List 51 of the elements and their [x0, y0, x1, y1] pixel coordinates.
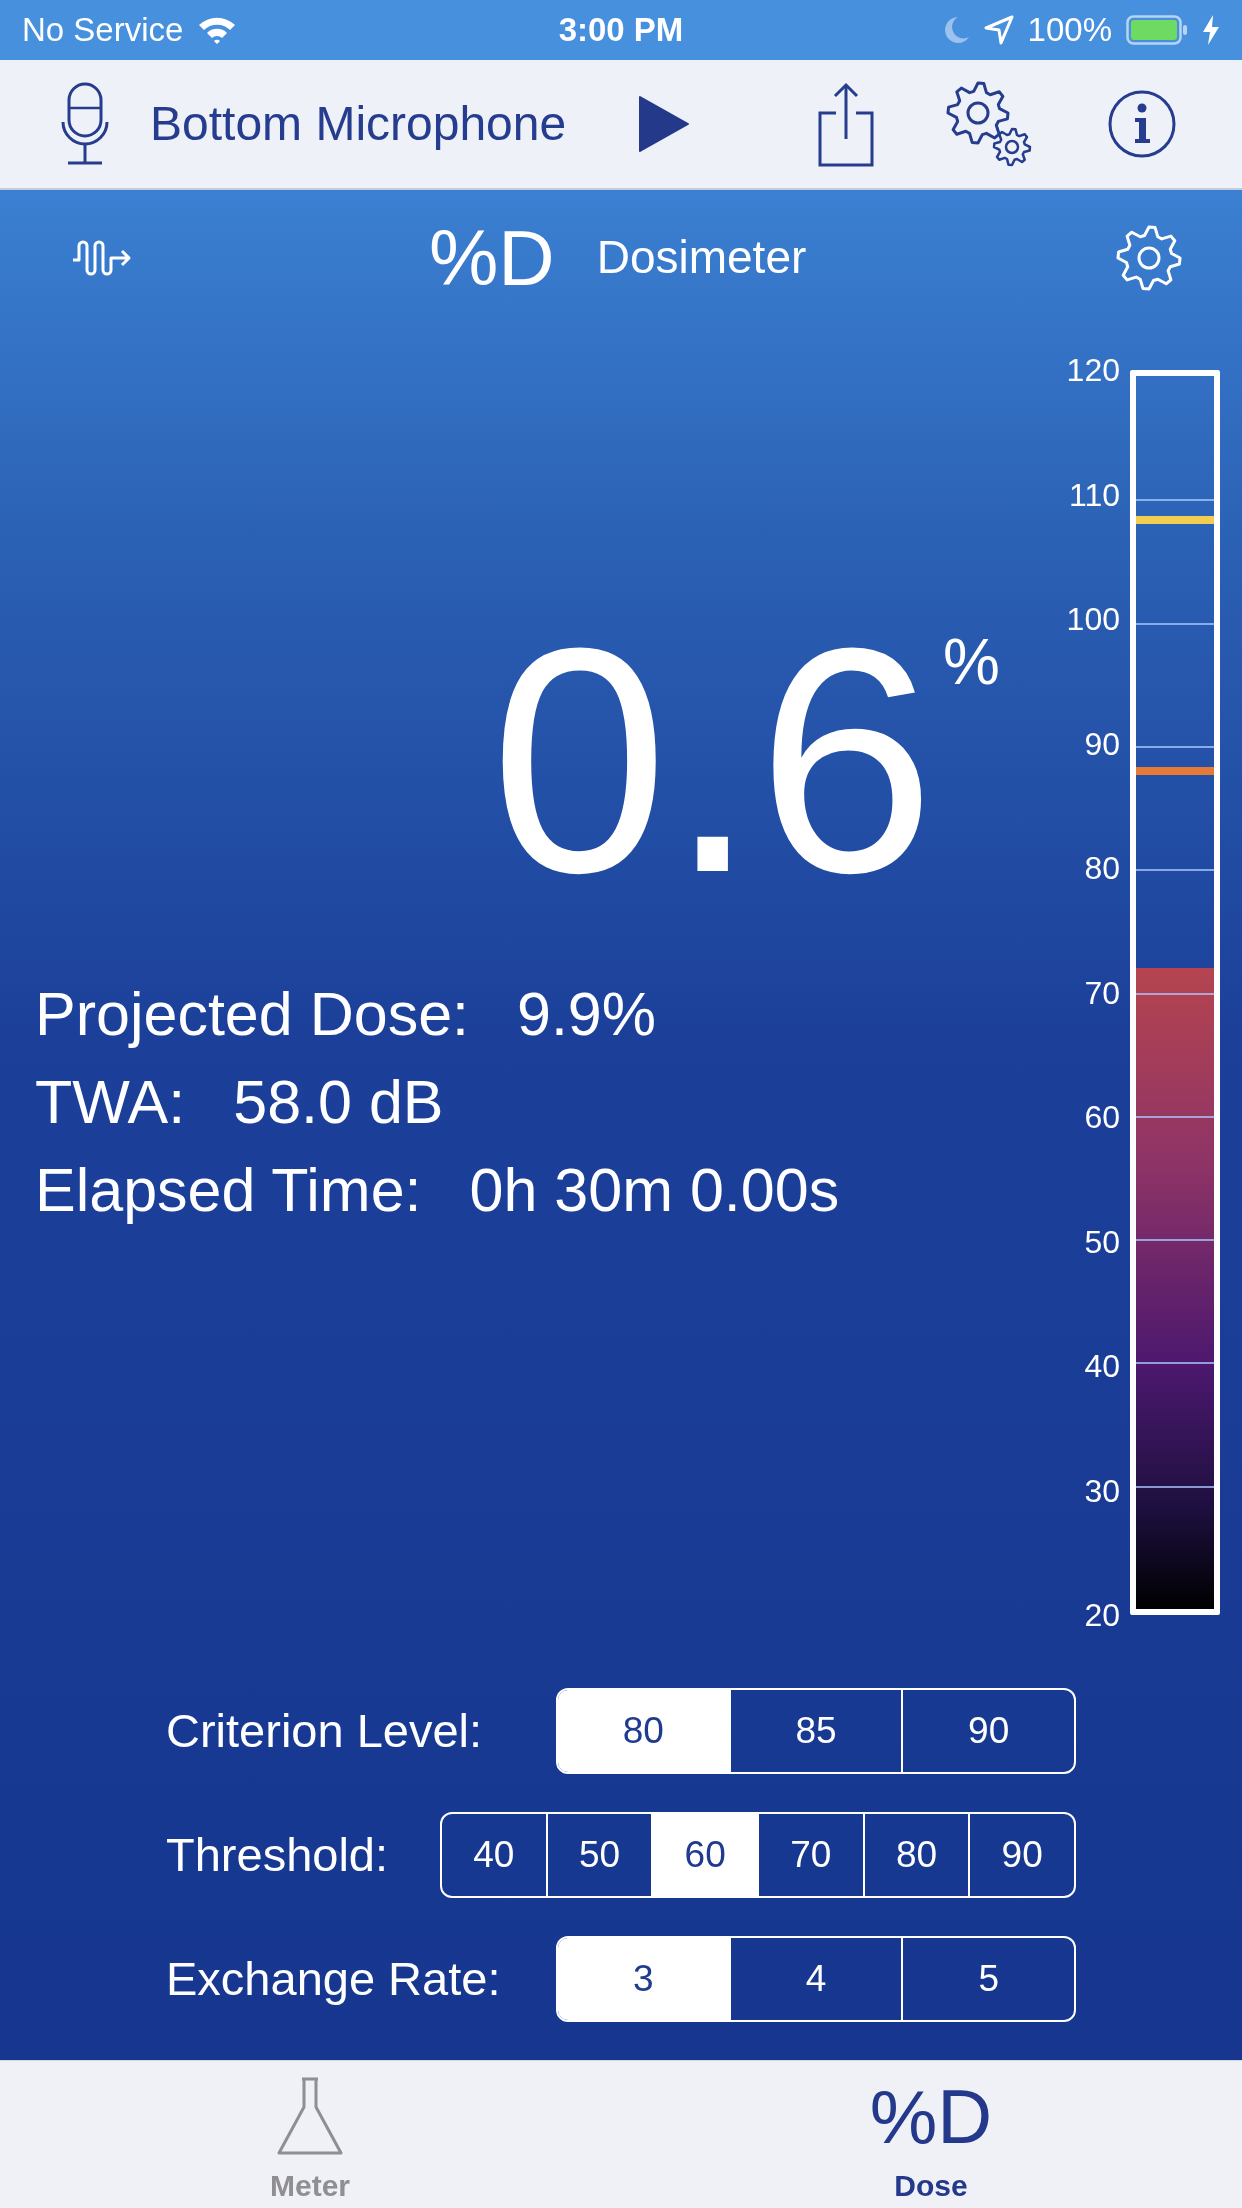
segment-option[interactable]: 4 [728, 1938, 902, 2020]
stat-value: 9.9% [517, 979, 657, 1050]
scale-label: 40 [1083, 1347, 1120, 1386]
scale-label: 80 [1083, 849, 1120, 888]
segment-option[interactable]: 80 [862, 1814, 969, 1896]
segment-option[interactable]: 85 [728, 1690, 902, 1772]
charging-icon [1202, 15, 1220, 45]
dose-unit: % [943, 630, 1000, 694]
segment-option[interactable]: 5 [901, 1938, 1074, 2020]
tab-item[interactable]: %D Dose [620, 2061, 1242, 2208]
mode-title: Dosimeter [596, 230, 807, 285]
scale-label: 60 [1083, 1098, 1120, 1137]
wifi-icon [197, 15, 238, 45]
tab-icon: %D [869, 2075, 993, 2159]
scale-label: 70 [1083, 973, 1120, 1013]
scale-label: 110 [1068, 475, 1120, 515]
scale-label: 120 [1065, 351, 1120, 390]
segment-option[interactable]: 70 [757, 1814, 863, 1896]
scale-label: 30 [1083, 1471, 1120, 1511]
scale-label: 90 [1083, 724, 1120, 764]
stat-label: TWA: [35, 1067, 186, 1138]
segment-option[interactable]: 90 [901, 1690, 1074, 1772]
mode-icon: %D [429, 218, 555, 297]
settings-icon[interactable] [1115, 223, 1183, 292]
play-icon[interactable] [638, 95, 691, 153]
setting-label: Criterion Level: [166, 1702, 483, 1759]
stat-value: 0h 30m 0.00s [469, 1155, 840, 1226]
battery-text: 100% [1027, 10, 1112, 51]
battery-icon [1126, 15, 1188, 45]
stat-value: 58.0 dB [233, 1067, 444, 1138]
scale-label: 20 [1083, 1596, 1120, 1635]
stat-label: Projected Dose: [35, 979, 469, 1050]
segment-option[interactable]: 90 [968, 1814, 1074, 1896]
segment-option[interactable]: 40 [442, 1814, 546, 1896]
segment-option[interactable]: 60 [651, 1814, 757, 1896]
scale-label: 100 [1065, 600, 1120, 639]
microphone-icon[interactable] [60, 82, 110, 166]
segment-option[interactable]: 3 [558, 1938, 729, 2020]
time-text: 3:00 PM [558, 10, 684, 51]
settings-icon[interactable] [946, 81, 1033, 167]
carrier-text: No Service [22, 10, 184, 51]
info-icon[interactable] [1108, 90, 1177, 158]
setting-label: Exchange Rate: [166, 1950, 501, 2007]
location-icon [983, 15, 1014, 45]
dose-value: 0.6 [490, 600, 936, 920]
segment-option[interactable]: 80 [558, 1690, 729, 1772]
setting-label: Threshold: [166, 1826, 389, 1883]
scale-label: 50 [1083, 1222, 1120, 1262]
stat-label: Elapsed Time: [35, 1155, 422, 1226]
microphone-name[interactable]: Bottom Microphone [150, 88, 567, 160]
share-icon[interactable] [818, 81, 875, 167]
